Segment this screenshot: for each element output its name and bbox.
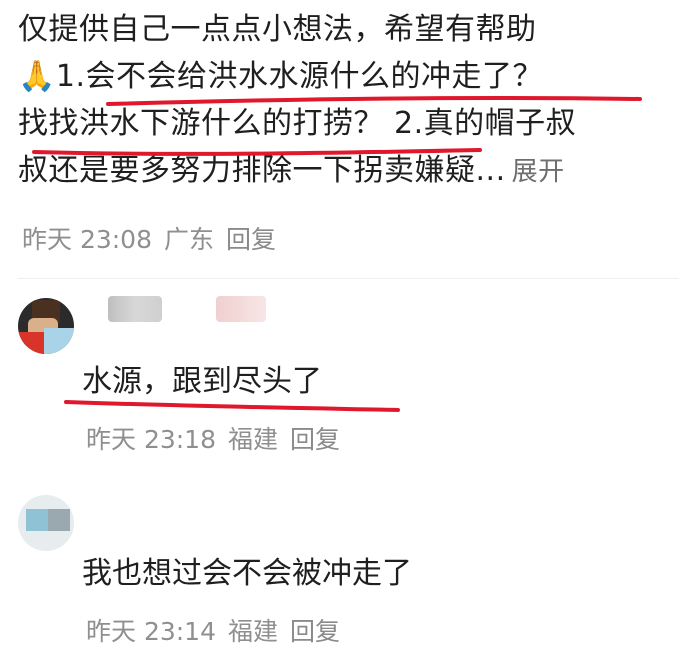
- reply-time: 昨天 23:14: [86, 617, 216, 646]
- praying-hands-icon: 🙏: [18, 59, 56, 94]
- comment-time: 昨天 23:08: [22, 225, 152, 254]
- reply-location: 福建: [228, 425, 279, 454]
- reply-meta: 昨天 23:14 福建 回复: [86, 612, 340, 648]
- comment-line: 叔还是要多努力排除一下拐卖嫌疑...: [18, 153, 506, 188]
- reply-meta: 昨天 23:18 福建 回复: [86, 420, 340, 456]
- comment-location: 广东: [164, 225, 215, 254]
- reply-text: 我也想过会不会被冲走了: [82, 556, 412, 591]
- reply-button[interactable]: 回复: [226, 220, 276, 256]
- comment-line: 找找洪水下游什么的打捞？ 2.真的帽子叔: [18, 106, 577, 141]
- underline-3: [64, 400, 400, 412]
- avatar[interactable]: [18, 495, 74, 551]
- divider: [18, 278, 679, 279]
- comment-body: 仅提供自己一点点小想法，希望有帮助 🙏1.会不会给洪水水源什么的冲走了？ 找找洪…: [18, 6, 688, 196]
- main-comment: 仅提供自己一点点小想法，希望有帮助 🙏1.会不会给洪水水源什么的冲走了？ 找找洪…: [18, 6, 688, 196]
- avatar[interactable]: [18, 298, 74, 354]
- reply-button[interactable]: 回复: [290, 612, 340, 648]
- comment-line: 1.会不会给洪水水源什么的冲走了？: [55, 59, 543, 94]
- comment-meta: 昨天 23:08 广东 回复: [22, 220, 276, 256]
- reply-location: 福建: [228, 617, 279, 646]
- comment-line: 仅提供自己一点点小想法，希望有帮助: [18, 12, 537, 47]
- blurred-username: [216, 296, 266, 322]
- expand-link[interactable]: 展开: [512, 157, 565, 187]
- reply-button[interactable]: 回复: [290, 420, 340, 456]
- reply-time: 昨天 23:18: [86, 425, 216, 454]
- reply-text: 水源，跟到尽头了: [82, 364, 322, 399]
- blurred-username: [108, 296, 162, 322]
